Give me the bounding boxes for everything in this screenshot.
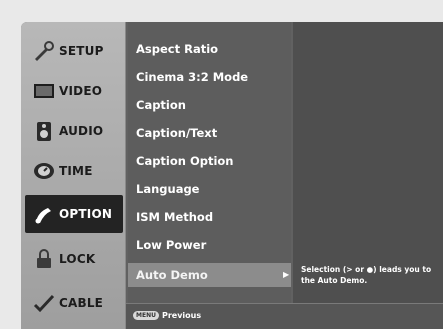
sidebar-item-label: VIDEO	[59, 84, 103, 98]
sidebar-item-cable[interactable]: CABLE	[25, 284, 123, 322]
setup-icon	[31, 38, 57, 64]
category-sidebar: SETUP VIDEO AUDIO TIME OPTION LOCK CABLE	[21, 22, 125, 329]
video-icon	[31, 78, 57, 104]
menu-item-caption-text[interactable]: Caption/Text	[136, 121, 217, 145]
help-text: Selection (> or ●) leads you to the Auto…	[301, 265, 432, 285]
sidebar-item-label: CABLE	[59, 296, 104, 310]
sidebar-item-time[interactable]: TIME	[25, 152, 123, 190]
time-icon	[31, 158, 57, 184]
sidebar-item-label: LOCK	[59, 252, 96, 266]
osd-menu-frame: SETUP VIDEO AUDIO TIME OPTION LOCK CABLE…	[21, 22, 443, 329]
sidebar-item-video[interactable]: VIDEO	[25, 72, 123, 110]
audio-icon	[31, 118, 57, 144]
option-icon	[31, 201, 57, 227]
previous-hint[interactable]: MENU Previous	[133, 311, 201, 320]
menu-item-caption[interactable]: Caption	[136, 93, 186, 117]
sidebar-divider	[125, 22, 126, 329]
menu-item-low-power[interactable]: Low Power	[136, 233, 206, 257]
menu-item-label: Auto Demo	[136, 268, 208, 282]
menu-item-aspect-ratio[interactable]: Aspect Ratio	[136, 37, 218, 61]
option-menu-list: Aspect Ratio Cinema 3:2 Mode Caption Cap…	[128, 22, 291, 329]
menu-item-cinema-mode[interactable]: Cinema 3:2 Mode	[136, 65, 248, 89]
sidebar-item-label: OPTION	[59, 207, 113, 221]
sidebar-item-audio[interactable]: AUDIO	[25, 112, 123, 150]
lock-icon	[31, 246, 57, 272]
sidebar-item-label: AUDIO	[59, 124, 104, 138]
sidebar-item-setup[interactable]: SETUP	[25, 32, 123, 70]
menu-key-icon: MENU	[133, 311, 159, 320]
menu-item-caption-option[interactable]: Caption Option	[136, 149, 234, 173]
menu-item-ism-method[interactable]: ISM Method	[136, 205, 213, 229]
previous-label: Previous	[161, 311, 202, 320]
sidebar-item-label: TIME	[59, 164, 93, 178]
sidebar-item-label: SETUP	[59, 44, 104, 58]
menu-item-auto-demo[interactable]: Auto Demo	[128, 263, 291, 287]
sidebar-item-option[interactable]: OPTION	[25, 195, 123, 233]
submenu-arrow-icon: ▶	[283, 270, 290, 279]
cable-icon	[31, 290, 57, 316]
menu-item-language[interactable]: Language	[136, 177, 200, 201]
sidebar-item-lock[interactable]: LOCK	[25, 240, 123, 278]
